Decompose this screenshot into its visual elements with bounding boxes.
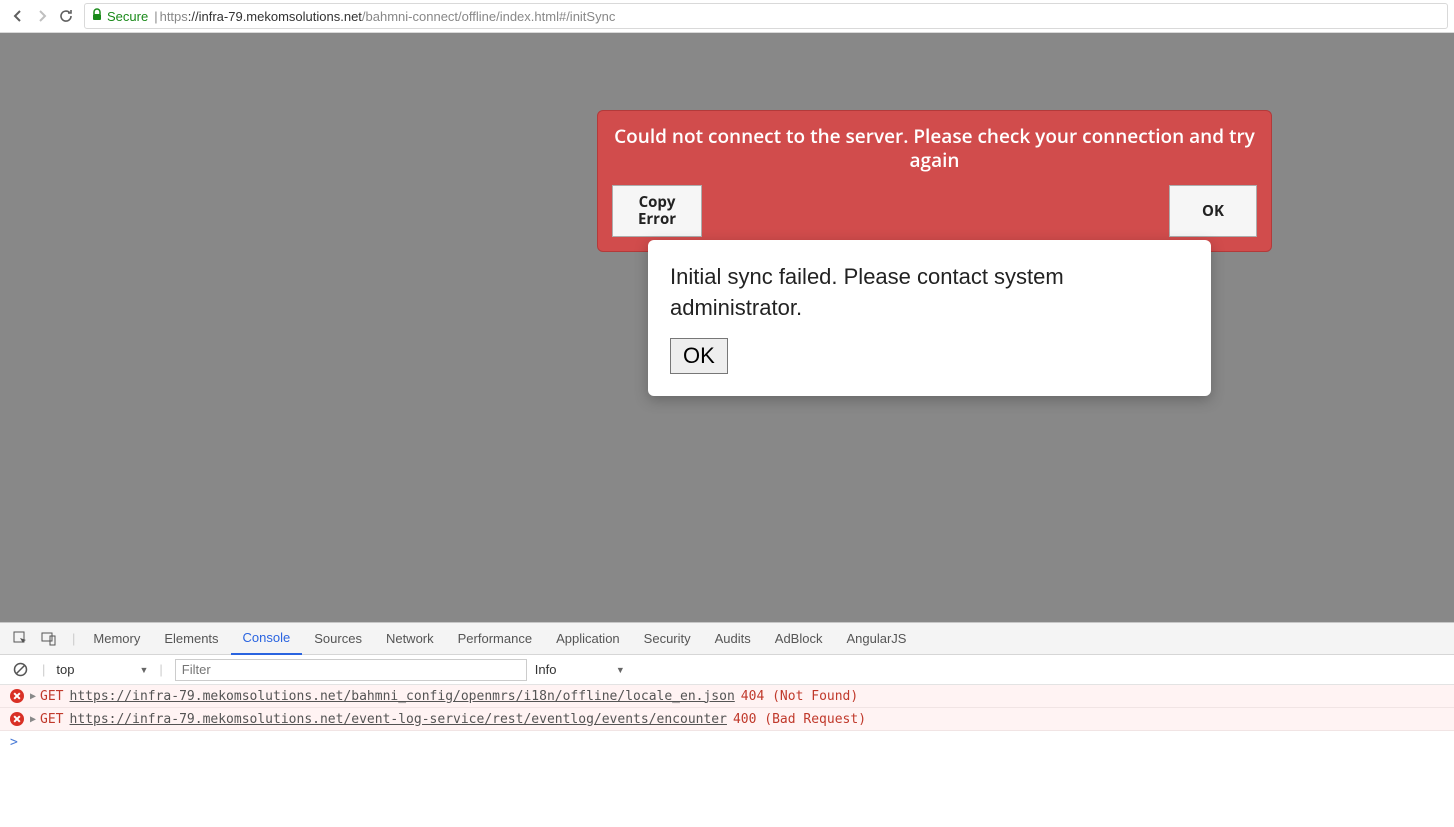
sync-failed-message: Initial sync failed. Please contact syst… bbox=[670, 262, 1189, 324]
console-filter-input[interactable] bbox=[175, 659, 527, 681]
devtools-tab-adblock[interactable]: AdBlock bbox=[763, 623, 835, 655]
back-button[interactable] bbox=[6, 4, 30, 28]
copy-error-button[interactable]: Copy Error bbox=[612, 185, 702, 238]
chevron-down-icon: ▼ bbox=[616, 665, 625, 675]
devtools-tab-console[interactable]: Console bbox=[231, 623, 303, 655]
chevron-down-icon: ▼ bbox=[139, 665, 148, 675]
sync-failed-dialog: Initial sync failed. Please contact syst… bbox=[648, 240, 1211, 396]
secure-label: Secure bbox=[107, 9, 148, 24]
devtools-tabs: | MemoryElementsConsoleSourcesNetworkPer… bbox=[0, 623, 1454, 655]
inspect-icon[interactable] bbox=[10, 628, 32, 650]
context-value: top bbox=[56, 662, 74, 677]
reload-button[interactable] bbox=[54, 4, 78, 28]
divider: | bbox=[72, 631, 75, 646]
console-error-row[interactable]: ▶ GET https://infra-79.mekomsolutions.net/… bbox=[0, 685, 1454, 708]
expand-icon[interactable]: ▶ bbox=[30, 714, 36, 725]
request-url[interactable]: https://infra-79.mekomsolutions.net/even… bbox=[70, 712, 727, 727]
error-icon bbox=[10, 712, 24, 726]
console-prompt[interactable]: > bbox=[0, 731, 1454, 754]
console-error-row[interactable]: ▶ GET https://infra-79.mekomsolutions.net/… bbox=[0, 708, 1454, 731]
forward-button[interactable] bbox=[30, 4, 54, 28]
error-ok-button[interactable]: OK bbox=[1169, 185, 1257, 238]
level-value: Info bbox=[535, 662, 557, 677]
error-message: Could not connect to the server. Please … bbox=[612, 125, 1257, 173]
app-root: Secure | https ://infra-79.mekomsolution… bbox=[0, 0, 1454, 827]
devtools-tab-security[interactable]: Security bbox=[632, 623, 703, 655]
expand-icon[interactable]: ▶ bbox=[30, 691, 36, 702]
console-filter-bar: | top ▼ | Info ▼ bbox=[0, 655, 1454, 685]
devtools-tab-angularjs[interactable]: AngularJS bbox=[834, 623, 918, 655]
http-status: 400 (Bad Request) bbox=[733, 712, 866, 727]
devtools-tab-application[interactable]: Application bbox=[544, 623, 632, 655]
url-path: /bahmni-connect/offline/index.html#/init… bbox=[362, 9, 615, 24]
devtools-tab-memory[interactable]: Memory bbox=[81, 623, 152, 655]
http-status: 404 (Not Found) bbox=[741, 689, 858, 704]
request-url[interactable]: https://infra-79.mekomsolutions.net/bahm… bbox=[70, 689, 735, 704]
error-icon bbox=[10, 689, 24, 703]
divider: | bbox=[159, 662, 162, 677]
url-host: ://infra-79.mekomsolutions.net bbox=[188, 9, 362, 24]
level-select[interactable]: Info ▼ bbox=[535, 662, 625, 677]
devtools-tab-elements[interactable]: Elements bbox=[152, 623, 230, 655]
device-toggle-icon[interactable] bbox=[38, 628, 60, 650]
error-buttons: Copy Error OK bbox=[612, 185, 1257, 238]
devtools-panel: | MemoryElementsConsoleSourcesNetworkPer… bbox=[0, 622, 1454, 827]
sync-ok-button[interactable]: OK bbox=[670, 338, 728, 374]
devtools-tab-audits[interactable]: Audits bbox=[703, 623, 763, 655]
http-method: GET bbox=[40, 712, 63, 727]
separator: | bbox=[154, 9, 157, 24]
url-box[interactable]: Secure | https ://infra-79.mekomsolution… bbox=[84, 3, 1448, 29]
browser-address-bar: Secure | https ://infra-79.mekomsolution… bbox=[0, 0, 1454, 33]
devtools-tab-sources[interactable]: Sources bbox=[302, 623, 374, 655]
http-method: GET bbox=[40, 689, 63, 704]
url-scheme: https bbox=[160, 9, 188, 24]
divider: | bbox=[42, 662, 45, 677]
lock-icon bbox=[91, 8, 103, 24]
devtools-tab-performance[interactable]: Performance bbox=[446, 623, 544, 655]
error-banner: Could not connect to the server. Please … bbox=[597, 110, 1272, 252]
context-select[interactable]: top ▼ bbox=[49, 659, 155, 681]
clear-console-icon[interactable] bbox=[10, 660, 30, 680]
console-output: ▶ GET https://infra-79.mekomsolutions.net/… bbox=[0, 685, 1454, 827]
page-viewport: Could not connect to the server. Please … bbox=[0, 33, 1454, 622]
devtools-tab-network[interactable]: Network bbox=[374, 623, 446, 655]
